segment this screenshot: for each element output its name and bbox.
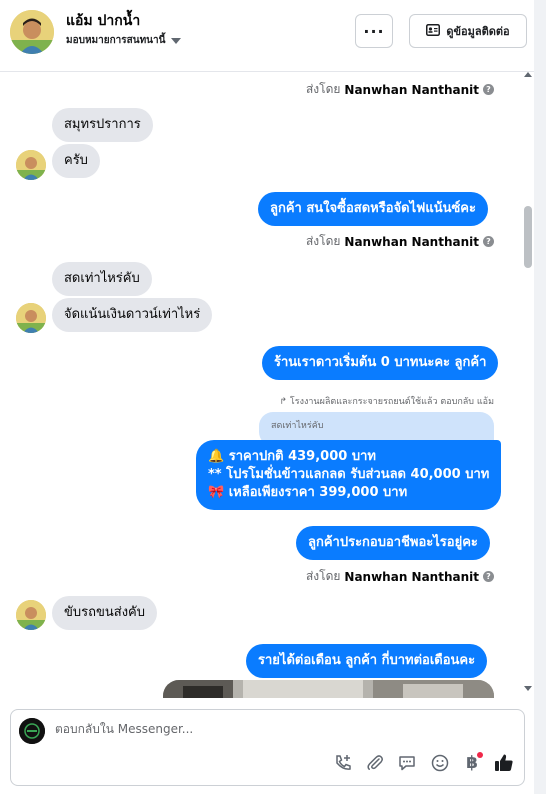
caret-down-icon xyxy=(171,37,182,44)
car-photo-attachment[interactable] xyxy=(163,680,494,698)
reply-arrow-icon: ↱ xyxy=(279,397,288,407)
emoji-icon[interactable] xyxy=(429,752,451,774)
question-icon[interactable]: ? xyxy=(483,236,494,247)
thread-scrollbar[interactable] xyxy=(522,72,534,698)
incoming-message[interactable]: จัดแน้นเงินดาวน์เท่าไหร่ xyxy=(52,298,213,332)
reply-composer: ฿ xyxy=(10,709,525,786)
incoming-message[interactable]: สดเท่าไหร่คับ xyxy=(52,262,152,296)
contact-avatar-small xyxy=(16,600,46,630)
sent-by-prefix: ส่งโดย xyxy=(305,569,341,583)
conversation-header: แอ้ม ปากน้ำ มอบหมายการสนทนานี้ ··· ดูข้อ… xyxy=(0,0,546,72)
more-options-button[interactable]: ··· xyxy=(355,14,393,48)
contact-avatar-small xyxy=(16,303,46,333)
final-price-line: 🎀 เหลือเพียงราคา 399,000 บาท xyxy=(208,485,408,500)
price-line: 🔔 ราคาปกติ 439,000 บาท xyxy=(208,449,376,464)
sent-by-label: ส่งโดย Nanwhan Nanthanit ? xyxy=(306,232,494,251)
thumbs-up-icon[interactable] xyxy=(493,752,515,774)
scrollbar-thumb[interactable] xyxy=(524,206,532,268)
sent-by-prefix: ส่งโดย xyxy=(305,82,341,96)
view-contact-label: ดูข้อมูลติดต่อ xyxy=(446,25,510,38)
attachment-icon[interactable] xyxy=(364,752,386,774)
contact-avatar-small xyxy=(16,150,46,180)
promotion-line: ** โปรโมชั่นข้าวแลกลด รับส่วนลด 40,000 บ… xyxy=(208,467,490,482)
question-icon[interactable]: ? xyxy=(483,84,494,95)
contact-card-icon xyxy=(426,23,441,39)
message-thread[interactable]: ส่งโดย Nanwhan Nanthanit ? สมุทรปราการ ค… xyxy=(0,72,534,698)
contact-avatar[interactable] xyxy=(10,10,54,54)
saved-replies-icon[interactable] xyxy=(396,752,418,774)
sent-by-prefix: ส่งโดย xyxy=(305,234,341,248)
outgoing-price-message[interactable]: 🔔 ราคาปกติ 439,000 บาท ** โปรโมชั่นข้าวแ… xyxy=(196,440,502,510)
reply-context-note: ↱ โรงงานผลิตและกระจายรถยนต์ใช้แล้ว ตอบกล… xyxy=(279,394,494,408)
notification-dot xyxy=(477,752,483,758)
page-avatar xyxy=(19,718,45,744)
question-icon[interactable]: ? xyxy=(483,571,494,582)
outgoing-message[interactable]: ร้านเราดาวเริ่มต้น 0 บาทนะคะ ลูกค้า xyxy=(262,346,499,380)
sent-by-name: Nanwhan Nanthanit xyxy=(344,569,479,584)
reply-note-text: โรงงานผลิตและกระจายรถยนต์ใช้แล้ว ตอบกลับ… xyxy=(289,397,494,407)
outgoing-message[interactable]: ลูกค้า สนใจซื้อสดหรือจัดไฟแน้นซ์คะ xyxy=(258,192,488,226)
sent-by-name: Nanwhan Nanthanit xyxy=(344,82,479,97)
outgoing-message[interactable]: รายได้ต่อเดือน ลูกค้า กี่บาทต่อเดือนคะ xyxy=(246,644,488,678)
incoming-message[interactable]: สมุทรปราการ xyxy=(52,108,153,142)
window-edge xyxy=(534,0,546,794)
message-input[interactable] xyxy=(55,722,495,736)
baht-glyph: ฿ xyxy=(466,753,478,773)
call-add-icon[interactable] xyxy=(332,752,354,774)
outgoing-message[interactable]: ลูกค้าประกอบอาชีพอะไรอยู่คะ xyxy=(296,526,490,560)
sent-by-label: ส่งโดย Nanwhan Nanthanit ? xyxy=(306,567,494,586)
contact-name: แอ้ม ปากน้ำ xyxy=(66,13,141,29)
payment-baht-icon[interactable]: ฿ xyxy=(461,752,483,774)
view-contact-button[interactable]: ดูข้อมูลติดต่อ xyxy=(409,14,527,48)
incoming-message[interactable]: ครับ xyxy=(52,144,100,178)
sent-by-name: Nanwhan Nanthanit xyxy=(344,234,479,249)
sent-by-label: ส่งโดย Nanwhan Nanthanit ? xyxy=(306,80,494,99)
scroll-down-arrow-icon[interactable] xyxy=(524,686,532,691)
incoming-message[interactable]: ขับรถขนส่งคับ xyxy=(52,596,157,630)
assign-label: มอบหมายการสนทนานี้ xyxy=(66,35,166,46)
scroll-up-arrow-icon[interactable] xyxy=(524,72,532,77)
assign-conversation-dropdown[interactable]: มอบหมายการสนทนานี้ xyxy=(66,33,182,48)
